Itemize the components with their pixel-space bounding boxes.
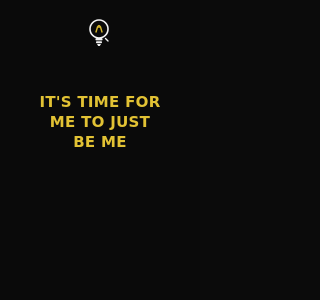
title-line-2: ME TO JUST [49,113,151,131]
title-line-1: IT'S TIME FOR [39,93,161,111]
book-cover: IT'S TIME FOR ME TO JUST BE ME [0,0,200,300]
cover-title: IT'S TIME FOR ME TO JUST BE ME [10,92,190,152]
lightbulb-icon [89,19,109,46]
title-line-3: BE ME [73,133,127,151]
